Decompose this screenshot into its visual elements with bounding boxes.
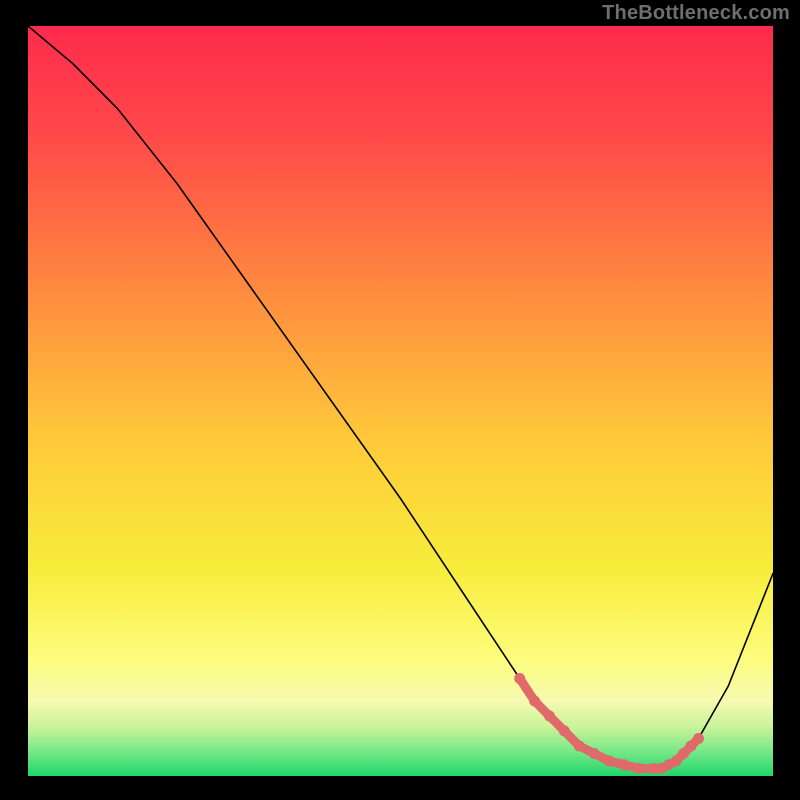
gradient-backdrop — [28, 26, 773, 776]
chart-stage: TheBottleneck.com — [0, 0, 800, 800]
optimal-marker-dot — [604, 756, 615, 767]
optimal-marker-dot — [544, 711, 555, 722]
optimal-marker-dot — [619, 759, 630, 770]
optimal-marker-dot — [559, 726, 570, 737]
optimal-marker-dot — [574, 741, 585, 752]
optimal-marker-dot — [693, 733, 704, 744]
watermark-label: TheBottleneck.com — [602, 2, 790, 25]
chart-svg — [28, 26, 773, 776]
optimal-marker-dot — [633, 763, 644, 774]
optimal-marker-dot — [589, 748, 600, 759]
optimal-marker-dot — [514, 673, 525, 684]
bottleneck-chart — [28, 26, 773, 776]
optimal-marker-dot — [529, 696, 540, 707]
